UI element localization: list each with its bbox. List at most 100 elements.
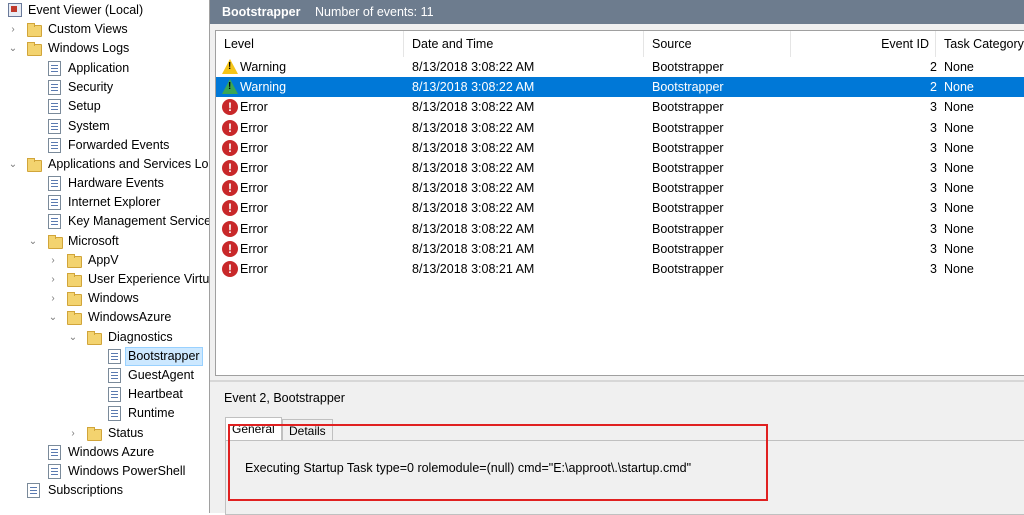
source-cell: Bootstrapper: [652, 181, 724, 196]
table-row[interactable]: ! Error 8/13/2018 3:08:22 AM Bootstrapper 3 N…: [216, 219, 1024, 239]
chevron-right-icon[interactable]: ›: [68, 424, 78, 443]
events-table: Level Date and Time Source Event ID Task…: [215, 30, 1024, 376]
task-category-cell: None: [944, 262, 974, 276]
folder-icon: [67, 254, 82, 268]
log-icon: [108, 406, 121, 421]
log-icon: [48, 99, 61, 114]
date-cell: 8/13/2018 3:08:22 AM: [412, 161, 535, 175]
log-icon: [48, 195, 61, 210]
column-header-level[interactable]: Level: [216, 31, 404, 57]
event-count: Number of events: 11: [315, 5, 434, 19]
warning-icon: !: [222, 59, 238, 74]
log-header-bar: Bootstrapper Number of events: 11: [210, 0, 1024, 24]
column-header-source[interactable]: Source: [644, 31, 791, 57]
table-row[interactable]: ! Error 8/13/2018 3:08:22 AM Bootstrapper 3 N…: [216, 97, 1024, 117]
event-id-cell: 3: [930, 161, 937, 175]
level-cell: Warning: [240, 80, 287, 95]
task-category-cell: None: [944, 241, 974, 256]
source-cell: Bootstrapper: [652, 80, 724, 95]
navigation-tree: Event Viewer (Local) › Custom Views ⌄ Wi…: [0, 0, 210, 513]
chevron-right-icon[interactable]: ›: [48, 270, 58, 289]
level-cell: Error: [240, 201, 268, 216]
event-id-cell: 3: [930, 100, 937, 115]
event-id-cell: 2: [930, 60, 937, 74]
task-category-cell: None: [944, 100, 974, 115]
task-category-cell: None: [944, 80, 974, 95]
log-icon: [48, 445, 61, 460]
error-icon: !: [222, 200, 238, 217]
date-cell: 8/13/2018 3:08:21 AM: [412, 241, 535, 256]
log-title: Bootstrapper: [222, 5, 301, 19]
chevron-down-icon[interactable]: ⌄: [68, 328, 78, 347]
table-row[interactable]: ! Error 8/13/2018 3:08:22 AM Bootstrapper 3 N…: [216, 138, 1024, 158]
date-cell: 8/13/2018 3:08:22 AM: [412, 120, 535, 135]
folder-icon: [87, 331, 102, 345]
chevron-right-icon[interactable]: ›: [48, 251, 58, 270]
log-icon: [48, 176, 61, 191]
pane-splitter[interactable]: [210, 380, 1024, 382]
level-cell: Error: [240, 161, 268, 175]
date-cell: 8/13/2018 3:08:21 AM: [412, 262, 535, 276]
warning-icon: !: [222, 79, 238, 95]
date-cell: 8/13/2018 3:08:22 AM: [412, 80, 535, 95]
source-cell: Bootstrapper: [652, 262, 724, 276]
folder-icon: [67, 273, 82, 287]
table-row[interactable]: ! Error 8/13/2018 3:08:22 AM Bootstrapper 3 N…: [216, 178, 1024, 198]
level-cell: Error: [240, 241, 268, 256]
task-category-cell: None: [944, 120, 974, 135]
event-id-cell: 3: [930, 120, 937, 135]
source-cell: Bootstrapper: [652, 140, 724, 155]
level-cell: Error: [240, 100, 268, 115]
event-id-cell: 3: [930, 241, 937, 256]
log-icon: [48, 464, 61, 479]
task-category-cell: None: [944, 221, 974, 236]
source-cell: Bootstrapper: [652, 221, 724, 236]
table-row[interactable]: ! Error 8/13/2018 3:08:22 AM Bootstrapper 3 N…: [216, 118, 1024, 138]
event-id-cell: 3: [930, 181, 937, 196]
table-row[interactable]: ! Error 8/13/2018 3:08:22 AM Bootstrapper 3 N…: [216, 158, 1024, 178]
chevron-down-icon[interactable]: ⌄: [48, 308, 58, 327]
log-icon: [108, 368, 121, 383]
source-cell: Bootstrapper: [652, 241, 724, 256]
folder-icon: [67, 311, 82, 325]
chevron-down-icon[interactable]: ⌄: [28, 232, 38, 251]
task-category-cell: None: [944, 201, 974, 216]
task-category-cell: None: [944, 140, 974, 155]
highlight-box: [228, 424, 768, 501]
table-row[interactable]: ! Error 8/13/2018 3:08:21 AM Bootstrapper 3 N…: [216, 239, 1024, 259]
subscriptions-icon: [27, 483, 40, 498]
log-icon: [48, 138, 61, 153]
table-row[interactable]: ! Warning 8/13/2018 3:08:22 AM Bootstrapper…: [216, 77, 1024, 98]
chevron-down-icon[interactable]: ⌄: [8, 155, 18, 174]
chevron-right-icon[interactable]: ›: [8, 20, 18, 39]
source-cell: Bootstrapper: [652, 201, 724, 216]
table-row[interactable]: ! Error 8/13/2018 3:08:22 AM Bootstrapper 3 N…: [216, 198, 1024, 218]
event-id-cell: 3: [930, 262, 937, 276]
column-header-event-id[interactable]: Event ID: [791, 31, 936, 57]
task-category-cell: None: [944, 60, 974, 74]
table-row[interactable]: ! Error 8/13/2018 3:08:21 AM Bootstrapper 3 N…: [216, 259, 1024, 279]
chevron-down-icon[interactable]: ⌄: [8, 39, 18, 58]
table-row[interactable]: ! Warning 8/13/2018 3:08:22 AM Bootstrapper…: [216, 57, 1024, 77]
folder-icon: [67, 292, 82, 306]
log-icon: [48, 214, 61, 229]
error-icon: !: [222, 261, 238, 277]
column-header-task-category[interactable]: Task Category: [936, 31, 1024, 57]
event-viewer-icon: [8, 3, 22, 17]
error-icon: !: [222, 139, 238, 156]
level-cell: Error: [240, 181, 268, 196]
log-icon: [48, 80, 61, 95]
column-header-date[interactable]: Date and Time: [404, 31, 644, 57]
level-cell: Warning: [240, 60, 287, 74]
chevron-right-icon[interactable]: ›: [48, 289, 58, 308]
log-icon: [108, 349, 121, 364]
level-cell: Error: [240, 262, 268, 276]
source-cell: Bootstrapper: [652, 161, 724, 175]
date-cell: 8/13/2018 3:08:22 AM: [412, 140, 535, 155]
error-icon: !: [222, 240, 238, 257]
task-category-cell: None: [944, 161, 974, 175]
event-id-cell: 3: [930, 140, 937, 155]
folder-icon: [27, 158, 42, 172]
log-icon: [48, 61, 61, 76]
date-cell: 8/13/2018 3:08:22 AM: [412, 100, 535, 115]
